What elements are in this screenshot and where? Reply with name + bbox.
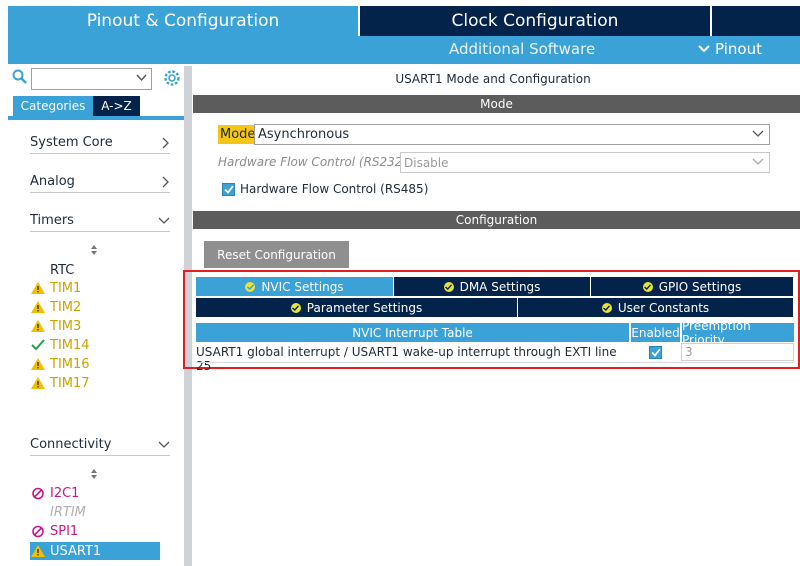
tab-underline <box>8 116 184 120</box>
check-circle-icon <box>601 302 612 313</box>
tab-user-constants[interactable]: User Constants <box>518 298 793 317</box>
category-label: Analog <box>30 174 75 189</box>
reset-configuration-button[interactable]: Reset Configuration <box>204 241 349 268</box>
peripheral-label: TIM17 <box>50 375 90 391</box>
peripheral-label: TIM14 <box>50 337 90 353</box>
peripheral-spi1[interactable]: SPI1 <box>31 522 78 540</box>
search-icon[interactable] <box>12 69 28 85</box>
category-connectivity[interactable]: Connectivity <box>30 434 170 456</box>
tab-gpio-settings[interactable]: GPIO Settings <box>591 277 793 296</box>
tab-label: User Constants <box>617 300 710 315</box>
warning-icon <box>31 545 45 557</box>
peripheral-label: TIM3 <box>50 318 82 334</box>
category-timers[interactable]: Timers <box>30 210 170 232</box>
check-circle-icon <box>642 281 653 292</box>
peripheral-label: I2C1 <box>50 485 80 501</box>
chevron-right-icon <box>162 176 169 187</box>
peripheral-label: IRTIM <box>50 504 86 520</box>
mode-select-value: Asynchronous <box>258 127 350 142</box>
row-divider <box>196 362 794 363</box>
check-circle-icon <box>245 281 256 292</box>
sort-icon[interactable] <box>88 244 100 256</box>
peripheral-irtim[interactable]: IRTIM <box>31 503 86 521</box>
peripheral-label: TIM16 <box>50 356 90 372</box>
tab-categories[interactable]: Categories <box>13 96 93 116</box>
chevron-down-icon <box>698 45 710 53</box>
sub-toolbar <box>8 36 800 64</box>
hfc-rs485-checkbox[interactable] <box>222 183 235 196</box>
interrupt-enabled-checkbox[interactable] <box>649 346 662 359</box>
category-analog[interactable]: Analog <box>30 171 170 193</box>
category-system-core[interactable]: System Core <box>30 132 170 154</box>
chevron-down-icon <box>158 441 170 448</box>
column-header-interrupt[interactable]: NVIC Interrupt Table <box>196 323 629 342</box>
search-input[interactable] <box>31 68 152 90</box>
hfc-rs232-value: Disable <box>404 155 449 170</box>
peripheral-tim3[interactable]: TIM3 <box>31 317 81 335</box>
column-header-priority[interactable]: Preemption Priority <box>682 319 794 347</box>
tab-parameter-settings[interactable]: Parameter Settings <box>196 298 517 317</box>
disabled-icon <box>32 487 44 499</box>
mode-select[interactable]: Asynchronous <box>254 124 770 145</box>
warning-icon <box>31 301 45 313</box>
category-label: Timers <box>30 213 74 228</box>
chevron-down-icon <box>752 130 764 137</box>
chevron-down-icon <box>158 217 170 224</box>
mode-label: Mode <box>218 125 258 144</box>
check-icon <box>650 348 661 357</box>
peripheral-label: TIM2 <box>50 299 82 315</box>
peripheral-label: USART1 <box>50 543 102 559</box>
peripheral-tim1[interactable]: TIM1 <box>31 279 81 297</box>
additional-software-button[interactable]: Additional Software <box>449 40 595 58</box>
warning-icon <box>31 282 45 294</box>
gear-icon[interactable] <box>162 68 182 88</box>
tab-label: DMA Settings <box>459 279 541 294</box>
peripheral-rtc[interactable]: RTC <box>31 261 74 279</box>
peripheral-label: TIM1 <box>50 280 82 296</box>
peripheral-label: SPI1 <box>50 523 79 539</box>
peripheral-i2c1[interactable]: I2C1 <box>31 484 79 502</box>
chevron-down-icon <box>752 158 764 165</box>
check-icon <box>223 185 234 194</box>
hfc-rs485-label: Hardware Flow Control (RS485) <box>240 182 429 196</box>
tab-pinout-configuration[interactable]: Pinout & Configuration <box>8 6 358 36</box>
pinout-menu-label: Pinout <box>715 40 762 58</box>
configuration-section-header: Configuration <box>193 211 800 229</box>
priority-value: 3 <box>685 345 693 359</box>
tab-label: Parameter Settings <box>306 300 423 315</box>
tab-nvic-settings[interactable]: NVIC Settings <box>196 277 393 296</box>
peripheral-tim16[interactable]: TIM16 <box>31 355 90 373</box>
page-title: USART1 Mode and Configuration <box>395 72 591 86</box>
table-row-interrupt-name: USART1 global interrupt / USART1 wake-up… <box>196 345 617 373</box>
mode-section-header: Mode <box>193 95 800 113</box>
check-circle-icon <box>443 281 454 292</box>
tab-clock-configuration[interactable]: Clock Configuration <box>358 6 710 36</box>
tab-label: NVIC Settings <box>261 279 344 294</box>
peripheral-usart1[interactable]: USART1 <box>30 542 160 560</box>
tab-a-z[interactable]: A->Z <box>93 96 140 116</box>
warning-icon <box>31 377 45 389</box>
category-label: System Core <box>30 135 113 150</box>
warning-icon <box>31 358 45 370</box>
preemption-priority-cell[interactable]: 3 <box>681 343 794 361</box>
disabled-icon <box>32 525 44 537</box>
hfc-rs232-select[interactable]: Disable <box>400 152 770 173</box>
check-circle-icon <box>290 302 301 313</box>
column-header-enabled[interactable]: Enabled <box>631 323 680 342</box>
pinout-menu-button[interactable]: Pinout <box>698 40 762 58</box>
peripheral-tim17[interactable]: TIM17 <box>31 374 90 392</box>
hfc-rs232-label: Hardware Flow Control (RS232) <box>218 155 408 169</box>
sort-icon[interactable] <box>88 468 100 480</box>
chevron-down-icon[interactable] <box>136 74 147 82</box>
peripheral-label: RTC <box>50 262 75 278</box>
check-icon <box>31 339 45 351</box>
tab-label: GPIO Settings <box>658 279 742 294</box>
peripheral-tim2[interactable]: TIM2 <box>31 298 81 316</box>
chevron-right-icon <box>162 137 169 148</box>
warning-icon <box>31 320 45 332</box>
tab-dma-settings[interactable]: DMA Settings <box>394 277 590 296</box>
peripheral-tim14[interactable]: TIM14 <box>31 336 90 354</box>
tab-project-manager[interactable] <box>710 6 800 36</box>
category-label: Connectivity <box>30 437 112 452</box>
